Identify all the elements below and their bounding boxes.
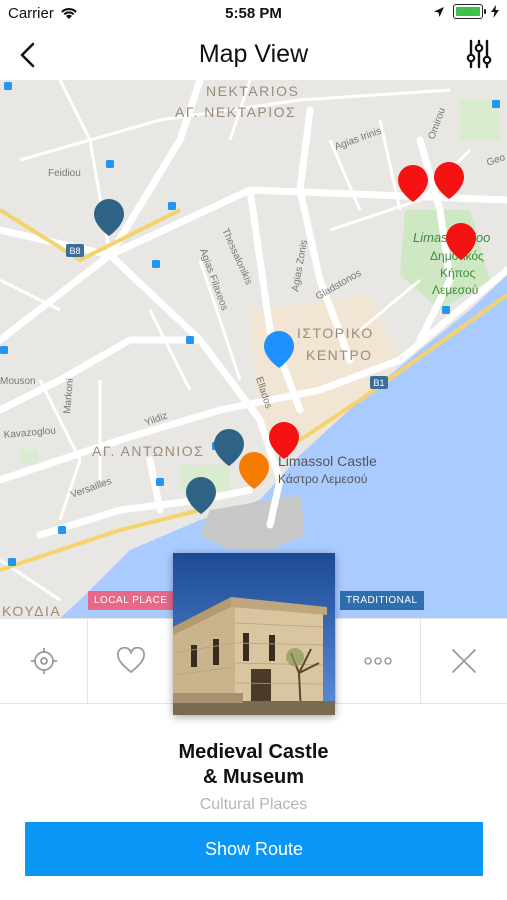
tag-local-place: LOCAL PLACE [88, 591, 174, 610]
castle-label-greek: Κάστρο Λεμεσού [278, 472, 367, 486]
district-label: ΚΕΝΤΡΟ [306, 347, 373, 363]
district-label: NEKTARIOS [206, 83, 299, 99]
place-photo[interactable] [173, 553, 335, 715]
district-label: ΚΟΥΔΙΑ [2, 603, 61, 618]
tag-traditional: TRADITIONAL [340, 591, 424, 610]
castle-photo-illustration [173, 553, 335, 715]
place-title: Medieval Castle & Museum [0, 740, 507, 790]
map-canvas[interactable]: B8 B1 NEKTARIOS ΑΓ. ΝΕΚΤΑΡΙΟΣ ΙΣΤΟΡΙΚΟ Κ… [0, 80, 507, 618]
svg-text:B1: B1 [373, 378, 384, 388]
show-route-button[interactable]: Show Route [25, 822, 483, 876]
nav-bar: Map View [0, 28, 507, 80]
filter-sliders-icon[interactable] [463, 38, 495, 70]
locate-icon [30, 648, 57, 674]
status-bar: Carrier 5:58 PM [0, 0, 507, 28]
map-view[interactable]: B8 B1 NEKTARIOS ΑΓ. ΝΕΚΤΑΡΙΟΣ ΙΣΤΟΡΙΚΟ Κ… [0, 80, 507, 618]
favorite-button[interactable] [88, 619, 173, 703]
castle-label: Limassol Castle [278, 453, 377, 469]
place-category: Cultural Places [199, 796, 308, 813]
district-label: ΙΣΤΟΡΙΚΟ [297, 325, 374, 341]
status-time: 5:58 PM [225, 5, 282, 22]
place-title-line: Medieval Castle [178, 741, 329, 763]
heart-icon [116, 647, 145, 673]
battery-icon [453, 4, 486, 19]
more-button[interactable] [336, 619, 420, 703]
zoo-label-greek: Λεμεσού [432, 283, 478, 297]
place-title-line: & Museum [202, 766, 305, 788]
close-button[interactable] [421, 619, 507, 703]
zoo-label-greek: Κήπος [440, 266, 475, 280]
page-title: Map View [198, 40, 309, 68]
locate-button[interactable] [0, 619, 87, 703]
district-label: ΑΓ. ΝΕΚΤΑΡΙΟΣ [175, 104, 296, 120]
street-label: Feidiou [48, 168, 81, 179]
district-label: ΑΓ. ΑΝΤΩΝΙΟΣ [92, 443, 204, 459]
svg-text:B8: B8 [69, 246, 80, 256]
location-arrow-icon [434, 6, 444, 17]
road-shield-b1: B1 [370, 376, 388, 389]
charging-icon [491, 5, 499, 18]
status-right [433, 4, 499, 19]
park-area [20, 450, 38, 464]
street-label: Mouson [0, 376, 36, 387]
close-icon [452, 649, 476, 673]
road-shield-b8: B8 [66, 244, 84, 257]
more-icon [364, 657, 392, 665]
